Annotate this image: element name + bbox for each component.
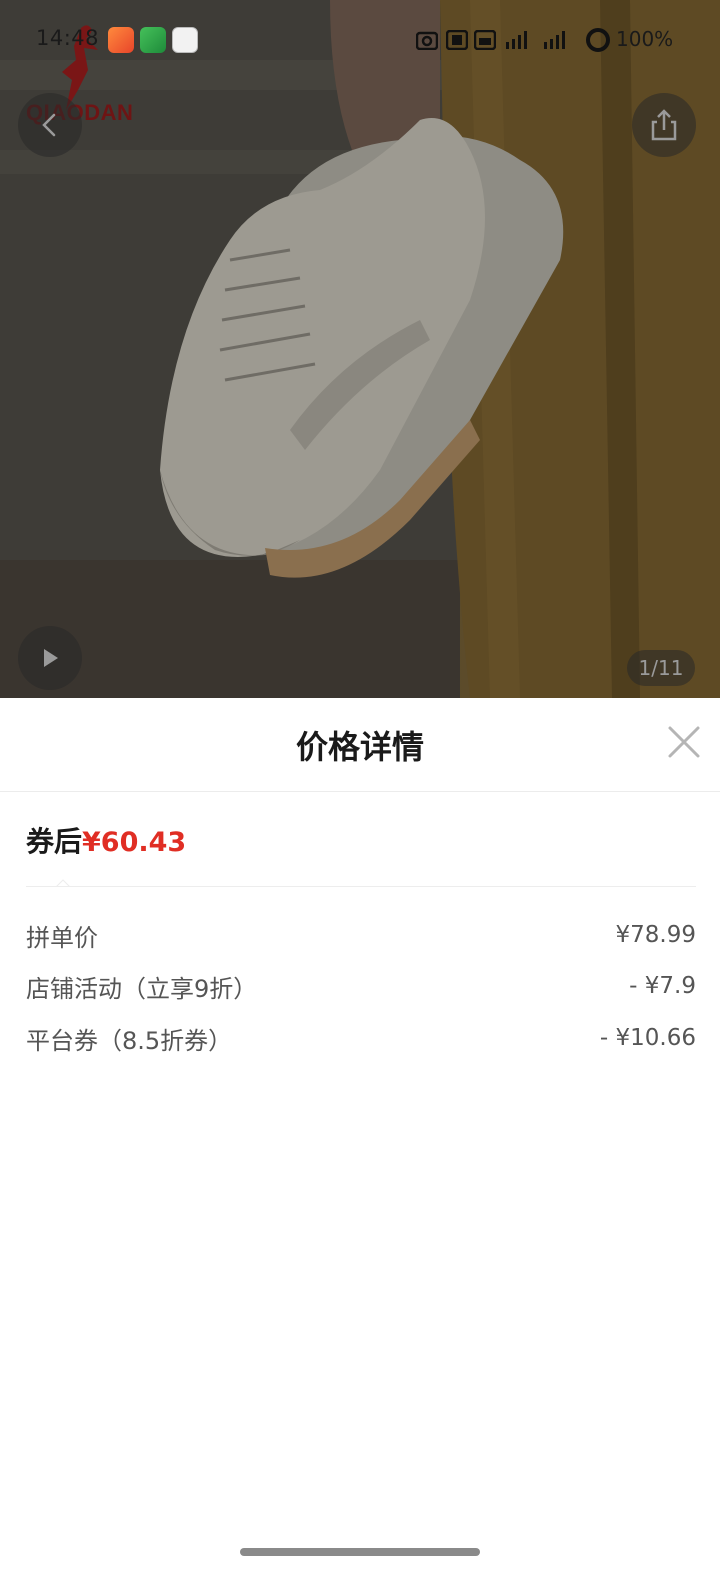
final-price-value: ¥60.43 [82,827,187,858]
play-video-button[interactable] [18,626,82,690]
price-row-value: - ¥7.9 [629,973,696,999]
price-row-group-price: 拼单价 ¥78.99 [26,915,696,955]
final-price-row: 券后 ¥60.43 [26,820,186,864]
camera-icon [416,31,438,50]
sheet-title: 价格详情 [295,728,424,766]
play-icon [44,649,58,667]
image-counter: 1/11 [627,650,695,686]
share-button[interactable] [632,93,696,157]
nfc-icon [446,30,468,50]
battery-level: 100% [616,27,674,51]
product-image[interactable]: QIAODAN 14:48 100% [0,0,720,698]
price-row-label: 拼单价 [26,923,98,952]
signal-icon [544,31,565,49]
close-icon[interactable] [664,722,704,762]
price-row-store-discount: 店铺活动（立享9折） - ¥7.9 [26,966,696,1006]
final-price-label: 券后 [26,825,83,858]
status-bar: 14:48 100% [0,0,720,80]
status-time: 14:48 [36,26,100,50]
battery-icon [586,28,610,52]
sheet-header: 价格详情 [0,698,720,792]
back-button[interactable] [18,93,82,157]
price-row-label: 店铺活动（立享9折） [26,974,258,1003]
chevron-left-icon [42,113,56,137]
sim-icon [474,30,496,50]
price-detail-sheet: 价格详情 券后 ¥60.43 拼单价 ¥78.99 店铺活动（立享9折） - ¥… [0,698,720,1584]
price-row-value: ¥78.99 [615,922,696,948]
share-icon [651,109,677,141]
signal-icon [506,31,527,49]
price-row-value: - ¥10.66 [599,1025,696,1051]
home-indicator[interactable] [240,1548,480,1556]
price-row-platform-coupon: 平台券（8.5折券） - ¥10.66 [26,1018,696,1058]
app-notification-icon [108,27,134,53]
app-notification-icon [172,27,198,53]
price-row-label: 平台券（8.5折券） [26,1026,233,1055]
app-notification-icon [140,27,166,53]
divider [26,886,696,887]
